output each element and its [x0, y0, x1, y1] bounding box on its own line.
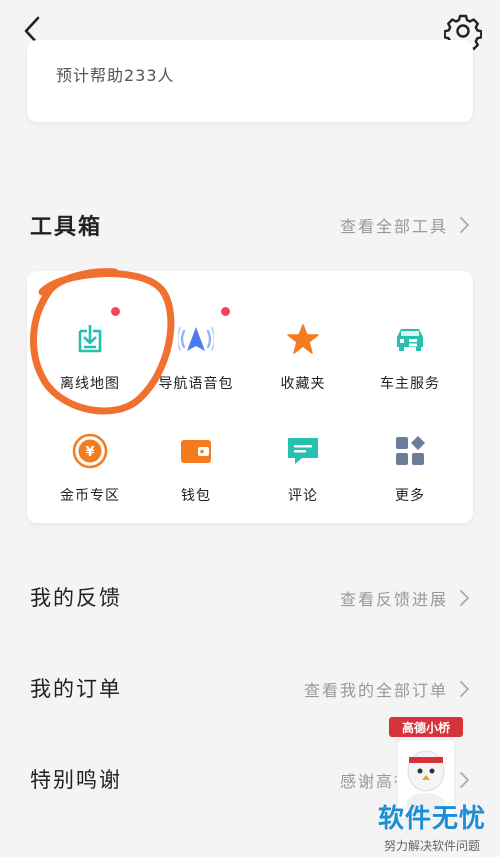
new-badge [111, 307, 120, 316]
row-link-label: 查看反馈进展 [339, 590, 448, 609]
tool-label: 更多 [395, 488, 425, 504]
chevron-right-icon [460, 217, 469, 233]
row-link[interactable]: 感谢高德热心 [340, 768, 470, 792]
tool-car-service[interactable]: 车主服务 [355, 301, 465, 401]
tool-label: 钱包 [181, 488, 211, 504]
tool-wallet[interactable]: 钱包 [141, 413, 251, 513]
toolbox-header: 工具箱 查看全部工具 [30, 209, 470, 240]
wallet-icon [181, 440, 211, 463]
tool-label: 金币专区 [60, 488, 120, 504]
row-link[interactable]: 查看反馈进展 [340, 586, 470, 610]
tool-label: 导航语音包 [158, 376, 234, 392]
toolbox-title: 工具箱 [30, 215, 103, 240]
row-my-orders[interactable]: 我的订单 查看我的全部订单 [30, 673, 470, 709]
row-special-thanks[interactable]: 特别鸣谢 感谢高德热心 [30, 764, 470, 800]
row-title: 我的反馈 [30, 586, 122, 610]
chevron-right-icon [460, 681, 469, 697]
tool-offline-map[interactable]: 离线地图 [35, 301, 145, 401]
row-title: 我的订单 [30, 677, 122, 701]
tool-more[interactable]: 更多 [355, 413, 465, 513]
view-all-tools-link[interactable]: 查看全部工具 [340, 213, 470, 237]
row-link-label: 查看我的全部订单 [303, 681, 448, 700]
tool-voice-package[interactable]: 导航语音包 [141, 301, 251, 401]
tool-gold-coin[interactable]: ¥ 金币专区 [35, 413, 145, 513]
tool-favorites[interactable]: 收藏夹 [248, 301, 358, 401]
navigation-voice-icon [178, 327, 214, 351]
row-my-feedback[interactable]: 我的反馈 查看反馈进展 [30, 582, 470, 618]
star-icon [287, 324, 319, 354]
row-title: 特别鸣谢 [30, 768, 122, 792]
tool-comment[interactable]: 评论 [248, 413, 358, 513]
svg-text:¥: ¥ [85, 445, 94, 460]
new-badge [221, 307, 230, 316]
car-service-icon [397, 329, 423, 351]
view-all-tools-label: 查看全部工具 [339, 217, 448, 236]
watermark-subtitle: 努力解决软件问题 [383, 839, 480, 853]
row-link-label: 感谢高德热心 [339, 772, 448, 791]
tool-label: 离线地图 [60, 376, 120, 392]
download-tray-icon [78, 325, 102, 353]
mascot-sign: 高德小桥 [402, 720, 451, 735]
more-grid-icon [396, 436, 425, 465]
tool-label: 评论 [288, 488, 318, 504]
comment-icon [288, 438, 318, 464]
chevron-right-icon [460, 590, 469, 606]
toolbox-card: 离线地图 导航语音包 收藏夹 车主服务 ¥ 金币专区 钱包 评论 更多 [27, 271, 473, 523]
watermark-title: 软件无忧 [377, 804, 486, 834]
help-count-text: 预计帮助233人 [56, 66, 175, 85]
tool-label: 收藏夹 [280, 376, 326, 392]
chevron-right-icon [460, 772, 469, 788]
gold-coin-icon: ¥ [72, 433, 108, 469]
watermark: 软件无忧 努力解决软件问题 [378, 798, 486, 854]
tool-label: 车主服务 [380, 376, 440, 392]
row-link[interactable]: 查看我的全部订单 [304, 677, 470, 701]
